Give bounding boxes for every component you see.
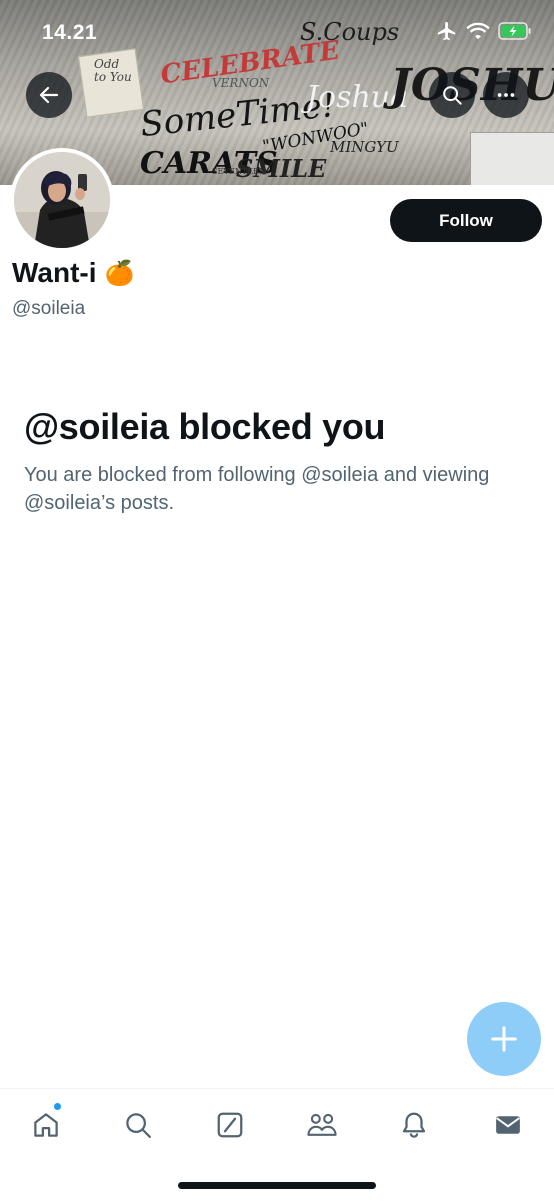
home-indicator <box>178 1182 376 1189</box>
profile-handle: @soileia <box>12 298 86 319</box>
status-icons <box>436 20 532 42</box>
status-time: 14.21 <box>42 21 98 44</box>
airplane-icon <box>437 21 456 41</box>
display-name-text: Want-i <box>12 257 97 288</box>
compose-button[interactable] <box>467 1002 541 1076</box>
banner-graffiti-text: Odd to You <box>94 57 132 84</box>
banner-graffiti-text: SEVENTEEN <box>212 167 266 176</box>
more-horizontal-icon <box>497 93 515 97</box>
tab-messages[interactable] <box>486 1105 530 1145</box>
profile-display-name: Want-i 🍊 <box>12 257 134 289</box>
grok-icon <box>217 1112 243 1138</box>
banner-graffiti-text: VERNON <box>212 76 270 90</box>
tab-home[interactable] <box>24 1103 68 1145</box>
communities-icon <box>307 1113 337 1136</box>
search-icon <box>126 1113 151 1138</box>
tab-notifications[interactable] <box>392 1105 436 1145</box>
arrow-left-icon <box>39 86 59 104</box>
blocked-title: @soileia blocked you <box>24 406 386 447</box>
banner-graffiti-text: MINGYU <box>330 138 399 156</box>
notifications-icon <box>402 1112 426 1138</box>
banner-sign <box>470 132 554 185</box>
messages-icon <box>496 1116 520 1134</box>
blocked-description: You are blocked from following @soileia … <box>24 464 490 514</box>
orange-emoji: 🍊 <box>104 259 135 287</box>
search-button[interactable] <box>429 72 475 118</box>
status-bar: 14.21 <box>0 0 554 60</box>
more-button[interactable] <box>483 72 529 118</box>
tab-search[interactable] <box>116 1105 160 1145</box>
plus-icon <box>491 1026 517 1052</box>
tab-communities[interactable] <box>300 1105 344 1145</box>
battery-charging-icon <box>498 22 531 40</box>
search-icon <box>443 86 462 105</box>
wifi-icon <box>466 22 490 40</box>
follow-button[interactable]: Follow <box>390 199 542 242</box>
back-button[interactable] <box>26 72 72 118</box>
notification-dot <box>54 1103 61 1110</box>
avatar-image <box>14 152 110 248</box>
home-icon <box>34 1113 58 1137</box>
avatar[interactable] <box>10 148 114 252</box>
tab-grok[interactable] <box>208 1105 252 1145</box>
